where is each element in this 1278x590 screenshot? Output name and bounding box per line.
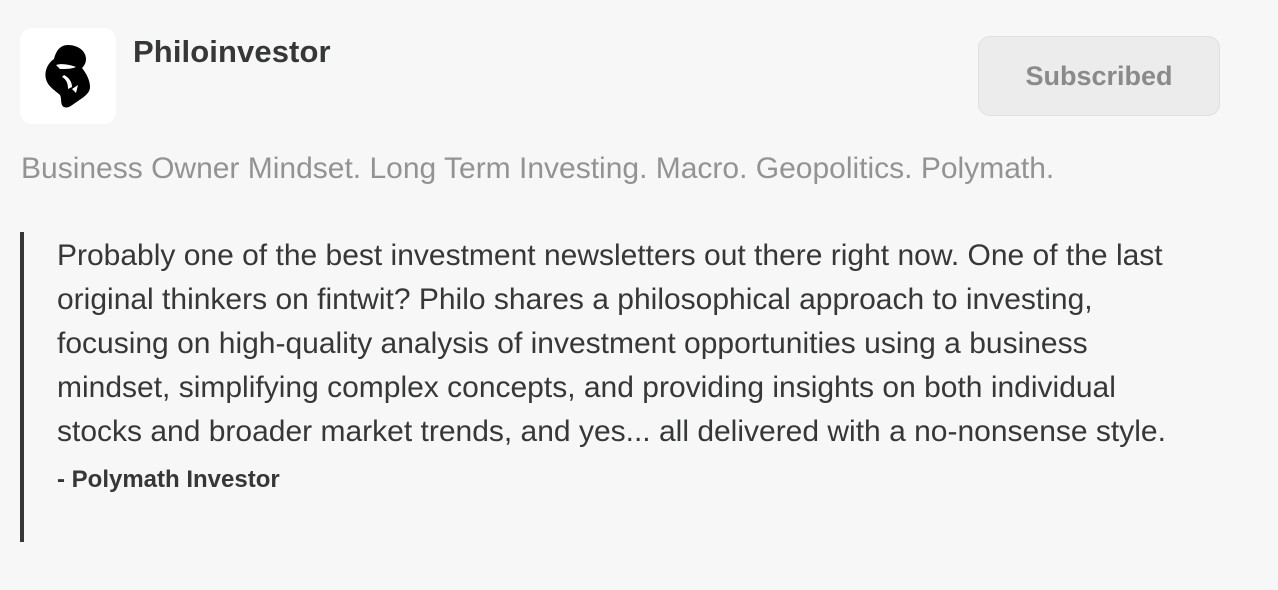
subscribed-button[interactable]: Subscribed <box>978 36 1220 116</box>
testimonial-author: - Polymath Investor <box>57 466 280 493</box>
testimonial-quote: Probably one of the best investment news… <box>20 232 1200 542</box>
publication-title[interactable]: Philoinvestor <box>133 34 331 70</box>
publication-tagline: Business Owner Mindset. Long Term Invest… <box>21 152 1055 185</box>
testimonial-text: Probably one of the best investment news… <box>57 239 1166 448</box>
thinker-silhouette-icon <box>45 45 90 108</box>
publication-card: Philoinvestor Subscribed Business Owner … <box>0 0 1278 590</box>
publication-logo[interactable] <box>20 28 116 124</box>
